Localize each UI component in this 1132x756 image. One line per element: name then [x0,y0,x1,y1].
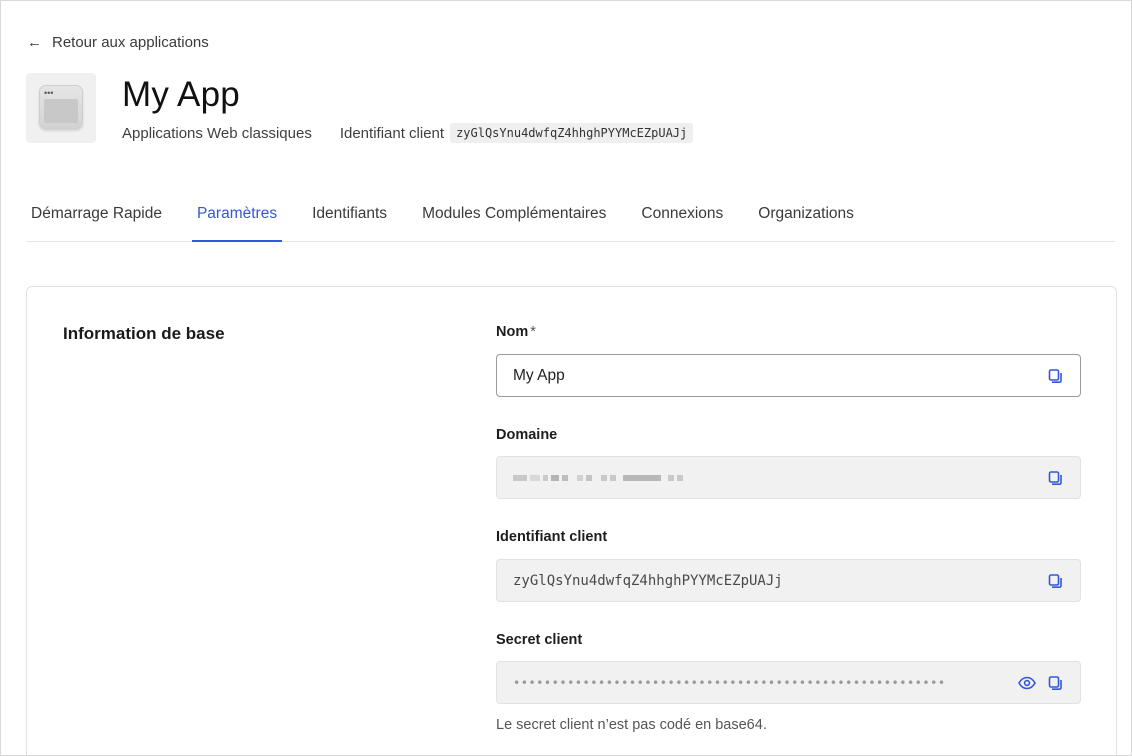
client-id-field-label: Identifiant client [496,529,608,545]
client-id-badge[interactable]: zyGlQsYnu4dwfqZ4hhghPYYMcEZpUAJj [450,123,694,143]
client-id-value: zyGlQsYnu4dwfqZ4hhghPYYMcEZpUAJj [513,572,783,589]
eye-icon[interactable] [1018,674,1036,692]
domain-label: Domaine [496,427,558,443]
client-secret-hint: Le secret client n’est pas codé en base6… [496,717,767,733]
settings-tabs: Démarrage Rapide Paramètres Identifiants… [27,195,1115,242]
application-settings-page: ← Retour aux applications ••• My App App… [0,0,1132,756]
app-name-heading: My App [122,75,240,114]
client-secret-masked: ••••••••••••••••••••••••••••••••••••••••… [513,675,946,690]
client-secret-field[interactable]: ••••••••••••••••••••••••••••••••••••••••… [496,661,1081,704]
name-input-value[interactable]: My App [513,367,1036,385]
tab-addons[interactable]: Modules Complémentaires [422,195,606,241]
tab-quick-start[interactable]: Démarrage Rapide [27,195,162,241]
client-secret-label: Secret client [496,632,583,648]
copy-icon[interactable] [1046,469,1064,487]
tab-connections[interactable]: Connexions [641,195,723,241]
domain-value-redacted [513,474,1036,481]
section-title: Information de base [63,324,225,343]
domain-field[interactable] [496,456,1081,499]
app-meta: Applications Web classiques Identifiant … [122,123,694,143]
tab-credentials[interactable]: Identifiants [312,195,387,241]
name-field[interactable]: My App [496,354,1081,397]
required-mark: * [530,324,536,340]
client-id-field[interactable]: zyGlQsYnu4dwfqZ4hhghPYYMcEZpUAJj [496,559,1081,602]
browser-window-icon: ••• [26,73,96,143]
name-label-text: Nom [496,324,529,340]
copy-icon[interactable] [1046,572,1064,590]
app-type: Applications Web classiques [122,124,312,142]
tab-organizations[interactable]: Organizations [758,195,854,241]
tab-settings[interactable]: Paramètres [191,195,283,242]
client-id-label: Identifiant client [339,124,445,142]
back-link-label: Retour aux applications [52,34,209,51]
copy-icon[interactable] [1046,674,1064,692]
name-label: Nom * [496,324,536,340]
arrow-left-icon: ← [27,34,42,51]
basic-info-card: Information de base Nom* My App Domaine [26,286,1117,755]
back-to-applications-link[interactable]: ← Retour aux applications [27,34,209,51]
copy-icon[interactable] [1046,367,1064,385]
